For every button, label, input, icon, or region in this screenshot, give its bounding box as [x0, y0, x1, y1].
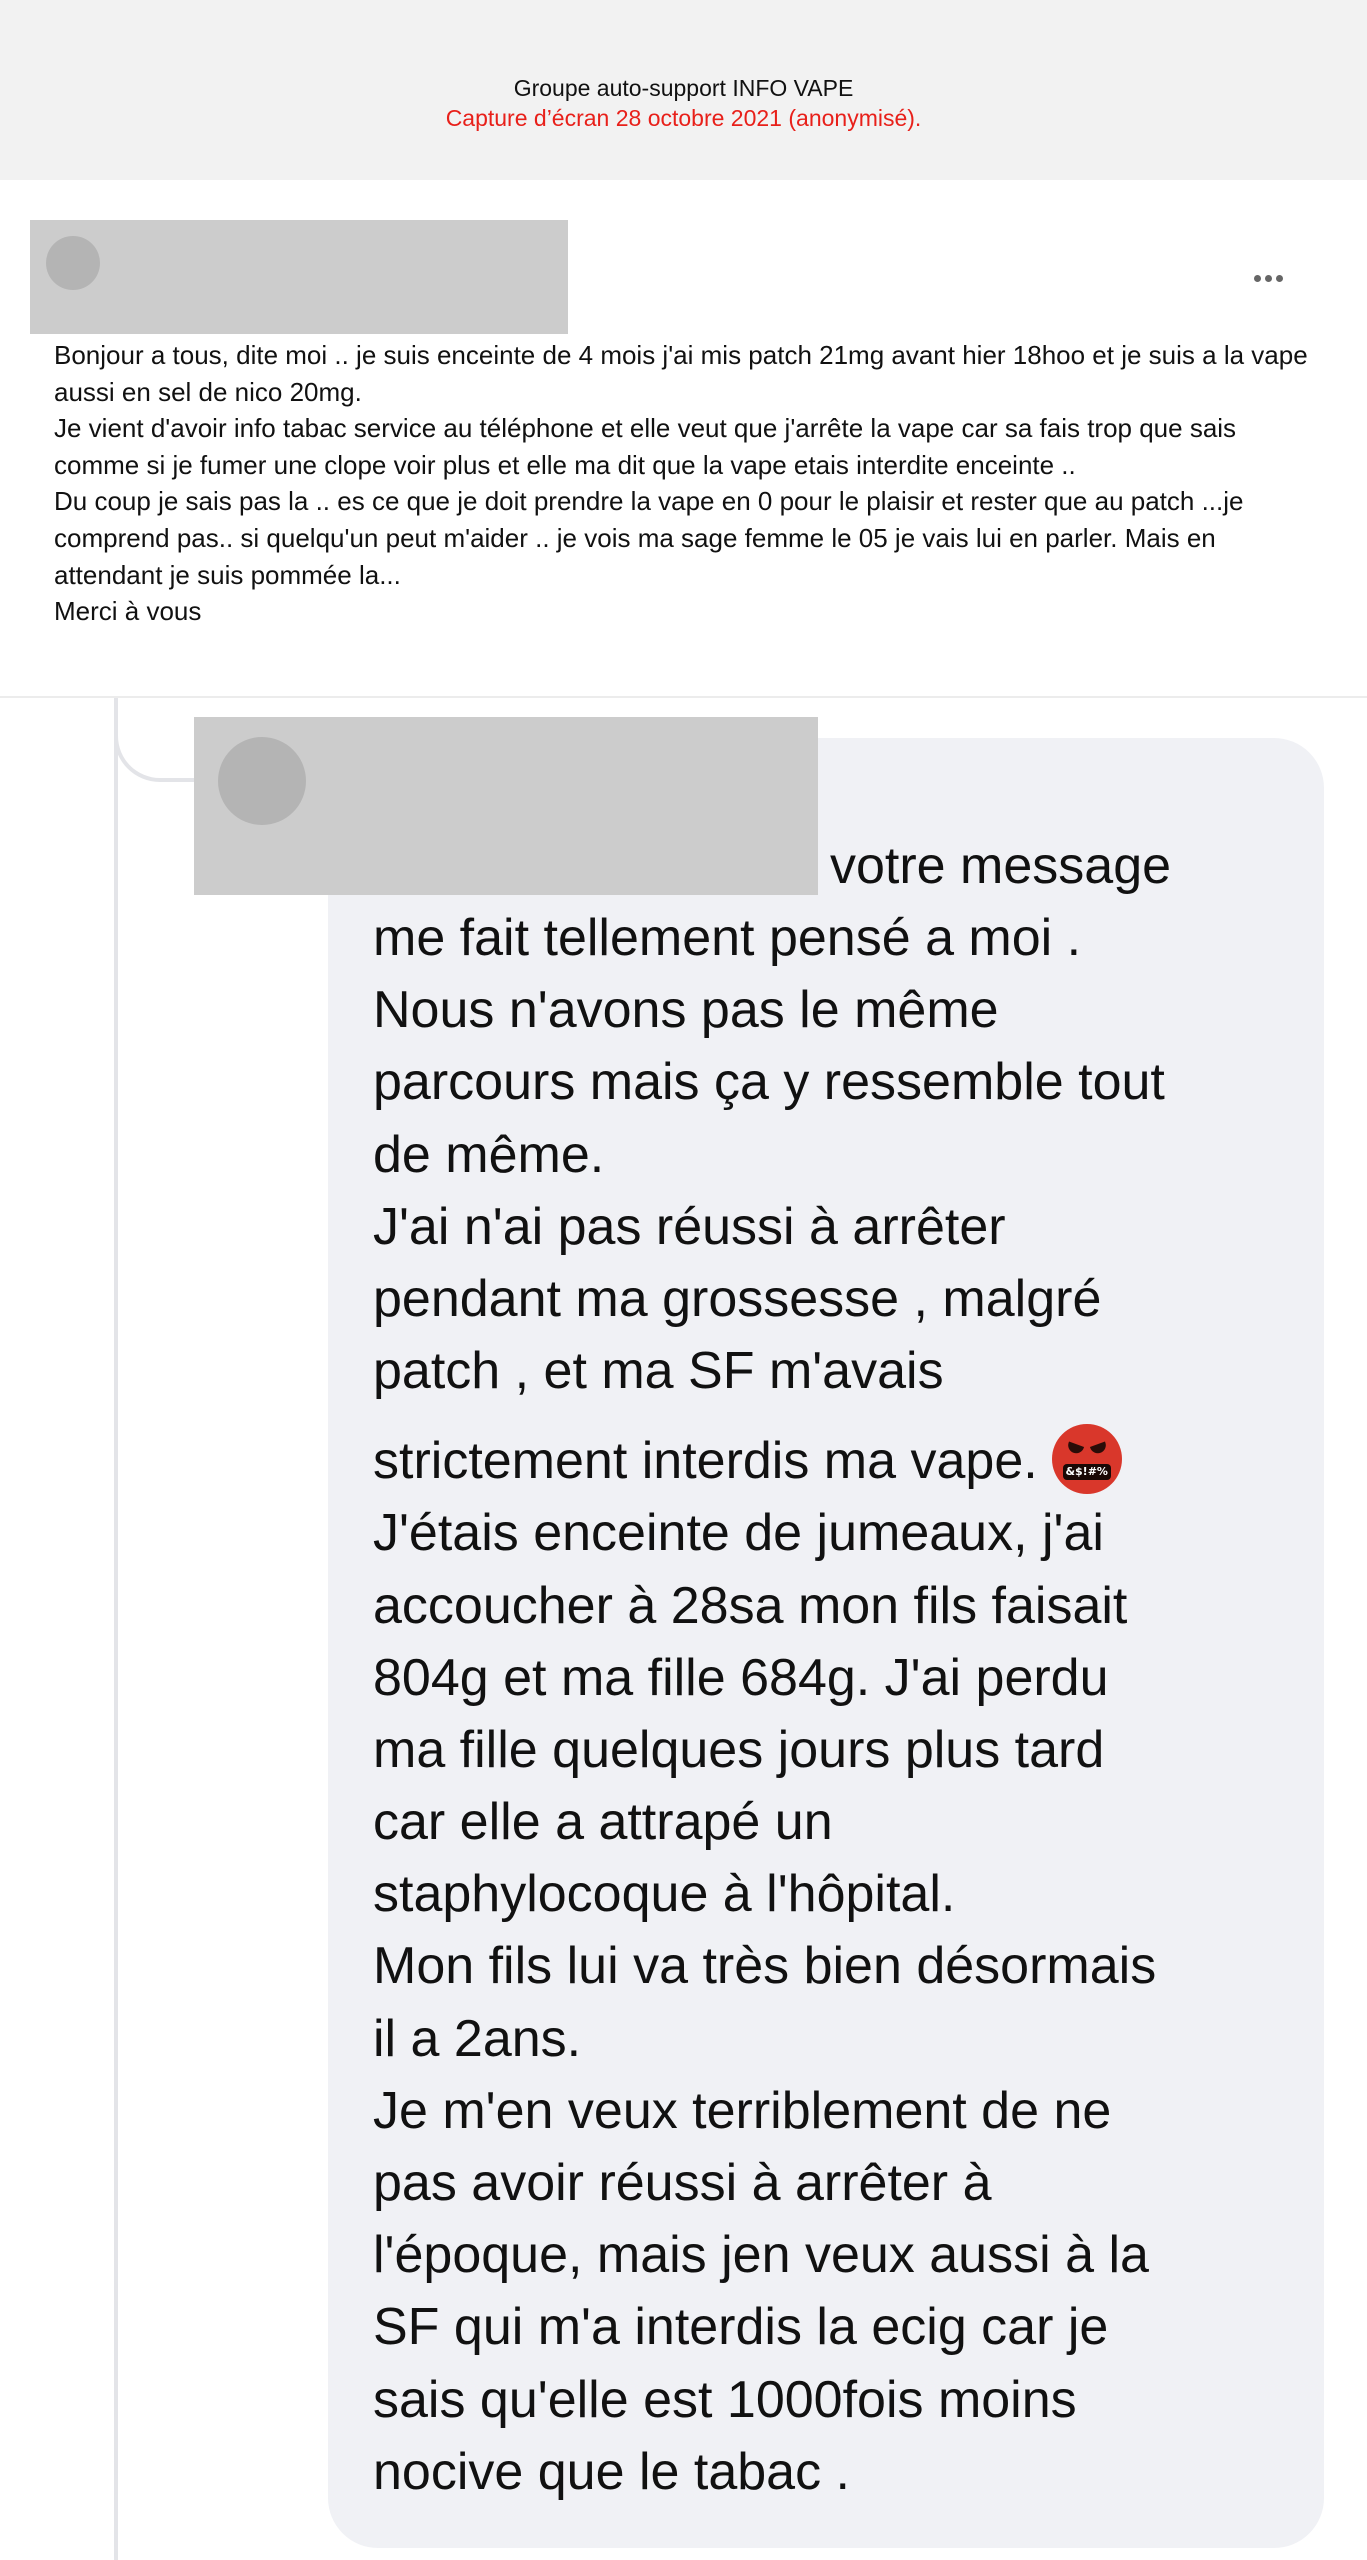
comment-line: strictement interdis ma vape.: [373, 1432, 1038, 1491]
author-avatar[interactable]: [46, 236, 100, 290]
comment-line: ma fille quelques jours plus tard: [373, 1720, 1105, 1779]
comment-line: sais qu'elle est 1000fois moins: [373, 2370, 1077, 2429]
post-author-redaction: [30, 220, 568, 334]
comment-line: me fait tellement pensé a moi .: [373, 909, 1082, 967]
comment-line: 804g et ma fille 684g. J'ai perdu: [373, 1648, 1109, 1707]
comment-line: accoucher à 28sa mon fils faisait: [373, 1576, 1128, 1635]
comment-line: Je m'en veux terriblement de ne: [373, 2081, 1112, 2140]
comment-author-redaction: [194, 717, 818, 895]
post-paragraph: Je vient d'avoir info tabac service au t…: [54, 413, 1237, 480]
comment-line: Nous n'avons pas le même: [373, 981, 999, 1040]
comment-line: nocive que le tabac .: [373, 2442, 850, 2501]
screenshot-page: Groupe auto-support INFO VAPE Capture d’…: [0, 0, 1367, 2560]
comment-line: pendant ma grossesse , malgré: [373, 1269, 1102, 1328]
comment-line-with-emoji: strictement interdis ma vape. &$!#%: [373, 1407, 1303, 1497]
comment-line: l'époque, mais jen veux aussi à la: [373, 2226, 1149, 2285]
comment-line: de même.: [373, 1125, 605, 1184]
comment-line: Mon fils lui va très bien désormais: [373, 1937, 1157, 1996]
caption-title: Groupe auto-support INFO VAPE: [513, 75, 854, 101]
comment-line: pas avoir réussi à arrêter à: [373, 2154, 992, 2212]
comment-first-line: votre message: [830, 837, 1172, 895]
comment-line: SF qui m'a interdis la ecig car je: [373, 2298, 1109, 2357]
comment-line: car elle a attrapé un: [373, 1793, 833, 1852]
comment-line: patch , et ma SF m'avais: [373, 1342, 944, 1401]
comment-line: il a 2ans.: [373, 2009, 582, 2068]
caption-subtitle: Capture d’écran 28 octobre 2021 (anonymi…: [445, 105, 922, 131]
comment-line: J'ai n'ai pas réussi à arrêter: [373, 1197, 1006, 1256]
comment-line: staphylocoque à l'hôpital.: [373, 1865, 956, 1924]
angry-cursing-face-icon: &$!#%: [1051, 1423, 1122, 1494]
comment-line: J'étais enceinte de jumeaux, j'ai: [373, 1504, 1104, 1563]
post-paragraph: Merci à vous: [54, 596, 202, 627]
thread-connector: [114, 698, 194, 782]
thread-line: [114, 698, 118, 2560]
emoji-symbols: &$!#%: [1062, 1463, 1111, 1480]
commenter-avatar[interactable]: [218, 737, 306, 825]
more-options-icon[interactable]: [1246, 266, 1290, 290]
post-divider: [0, 696, 1367, 698]
post-paragraph: Du coup je sais pas la .. es ce que je d…: [54, 486, 1244, 590]
post-body: Bonjour a tous, dite moi .. je suis ence…: [54, 337, 1324, 630]
original-post: Bonjour a tous, dite moi .. je suis ence…: [0, 180, 1367, 697]
post-paragraph: Bonjour a tous, dite moi .. je suis ence…: [54, 340, 1308, 407]
caption-band: Groupe auto-support INFO VAPE Capture d’…: [0, 0, 1367, 180]
comment-text: me fait tellement pensé a moi . Nous n'a…: [373, 902, 1303, 2508]
comment-line: parcours mais ça y ressemble tout: [373, 1053, 1165, 1112]
